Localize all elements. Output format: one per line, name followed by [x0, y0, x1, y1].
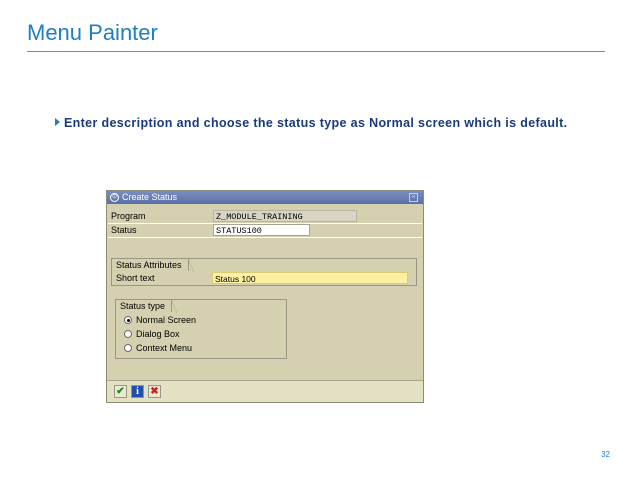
short-text-input[interactable]: Status 100 — [212, 272, 408, 284]
status-label: Status — [111, 225, 137, 235]
create-status-dialog: ⊙ Create Status × Program Z_MODULE_TRAIN… — [106, 190, 424, 403]
info-button[interactable]: i — [131, 385, 144, 398]
close-icon[interactable]: × — [409, 193, 418, 202]
instruction-bullet: Enter description and choose the status … — [55, 116, 575, 130]
slide-title: Menu Painter — [27, 20, 158, 45]
bullet-arrow-icon — [55, 118, 60, 126]
radio-normal-screen-label: Normal Screen — [136, 315, 197, 325]
program-field: Z_MODULE_TRAINING — [213, 210, 357, 222]
short-text-label: Short text — [116, 273, 155, 283]
radio-dialog-box-label: Dialog Box — [136, 329, 180, 339]
status-attributes-group: Status Attributes Short text Status 100 — [111, 258, 417, 286]
dialog-titlebar[interactable]: ⊙ Create Status × — [107, 191, 423, 204]
program-row: Program Z_MODULE_TRAINING — [108, 210, 422, 224]
radio-context-menu-label: Context Menu — [136, 343, 193, 353]
ok-button[interactable]: ✔ — [114, 385, 127, 398]
title-divider — [27, 51, 605, 52]
status-attributes-group-label: Status Attributes — [111, 258, 194, 272]
radio-unselected-icon[interactable] — [124, 344, 132, 352]
instruction-text: Enter description and choose the status … — [64, 116, 568, 130]
status-row: Status STATUS100 — [108, 224, 422, 238]
radio-unselected-icon[interactable] — [124, 330, 132, 338]
status-type-group-label: Status type — [115, 299, 178, 313]
dialog-title: Create Status — [122, 192, 178, 202]
status-type-group: Status type Normal Screen Dialog Box Con… — [115, 299, 287, 359]
status-field[interactable]: STATUS100 — [213, 224, 310, 236]
dialog-menu-icon[interactable]: ⊙ — [110, 193, 119, 202]
page-number: 32 — [601, 450, 610, 459]
cancel-button[interactable]: ✖ — [148, 385, 161, 398]
dialog-toolbar: ✔ i ✖ — [107, 380, 423, 402]
radio-selected-icon[interactable] — [124, 316, 132, 324]
program-label: Program — [111, 211, 146, 221]
